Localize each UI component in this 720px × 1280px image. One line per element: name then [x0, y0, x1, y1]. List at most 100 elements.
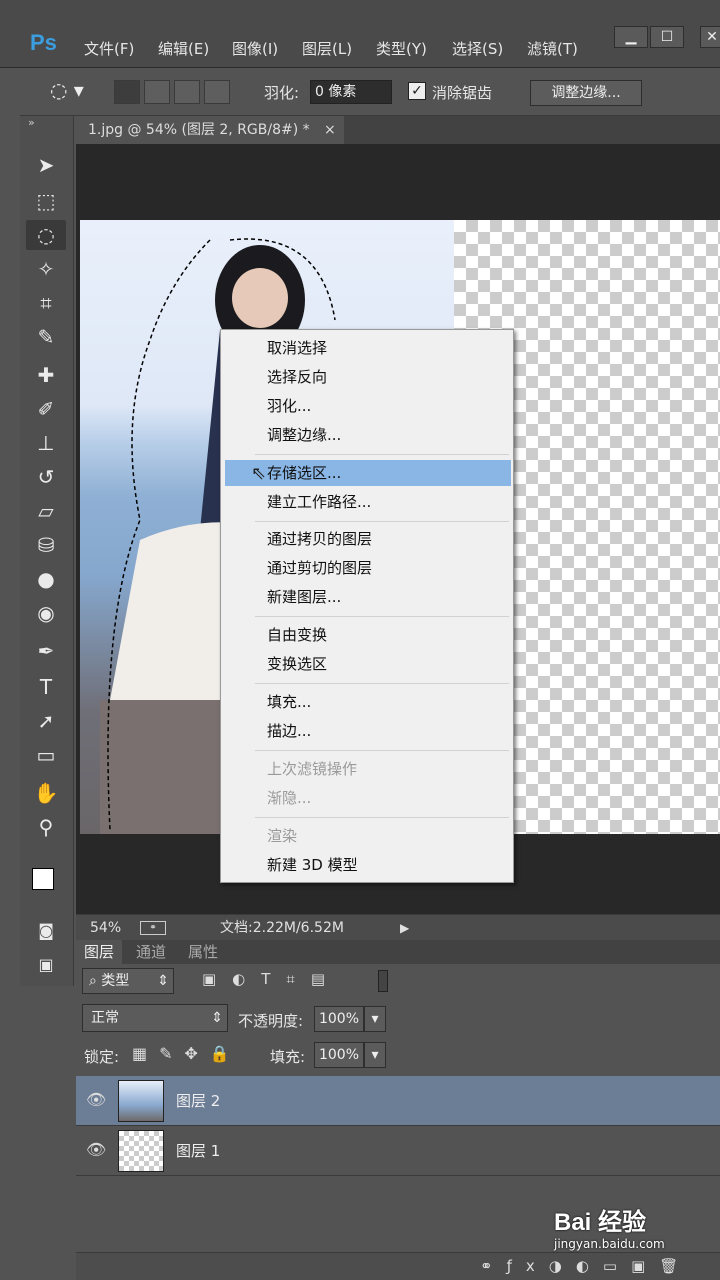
- eraser-icon[interactable]: ▱: [26, 496, 66, 526]
- doc-size: 文档:2.22M/6.52M: [220, 920, 344, 936]
- menu-type[interactable]: 类型(Y): [376, 38, 427, 59]
- fill-label: 填充:: [270, 1048, 306, 1066]
- fill-dropdown-icon[interactable]: ▾: [364, 1042, 386, 1068]
- zoom-level[interactable]: 54%: [90, 915, 121, 941]
- menu-layer-via-cut[interactable]: 通过剪切的图层: [225, 555, 511, 581]
- menu-filter[interactable]: 滤镜(T): [527, 38, 578, 59]
- quick-mask-icon[interactable]: ◙: [26, 916, 66, 946]
- watermark: Bai 经验 jingyan.baidu.com: [554, 1202, 718, 1252]
- menu-stroke[interactable]: 描边...: [225, 718, 511, 744]
- hand-icon[interactable]: ✋: [26, 778, 66, 808]
- separator: [255, 616, 509, 617]
- marquee-icon[interactable]: ⬚: [26, 186, 66, 216]
- layer-row-1[interactable]: 👁 图层 1: [76, 1126, 720, 1176]
- antialias-label: 消除锯齿: [432, 84, 493, 102]
- zoom-icon[interactable]: ⚲: [26, 812, 66, 842]
- watermark-url: jingyan.baidu.com: [554, 1237, 665, 1251]
- eyedropper-icon[interactable]: ✎: [26, 322, 66, 352]
- menu-save-selection[interactable]: 存储选区...: [225, 460, 511, 486]
- layer-name[interactable]: 图层 2: [176, 1090, 220, 1111]
- clone-stamp-icon[interactable]: ⊥: [26, 428, 66, 458]
- menu-new-3d-model[interactable]: 新建 3D 模型: [225, 852, 511, 878]
- foreground-color-swatch[interactable]: [32, 868, 54, 890]
- status-bar: 54% ⚭ 文档:2.22M/6.52M ▶: [76, 914, 720, 940]
- visibility-eye-icon[interactable]: 👁: [86, 1140, 106, 1159]
- menu-file[interactable]: 文件(F): [84, 38, 134, 59]
- filter-toggle-icon[interactable]: [378, 970, 388, 992]
- menu-refine-edge[interactable]: 调整边缘...: [225, 422, 511, 448]
- layer-action-icons[interactable]: ⚭ƒx◑◐▭▣🗑: [480, 1257, 692, 1275]
- feather-label: 羽化:: [264, 84, 300, 102]
- menu-layer[interactable]: 图层(L): [302, 38, 352, 59]
- brush-icon[interactable]: ✐: [26, 394, 66, 424]
- lasso-icon[interactable]: ◌: [26, 220, 66, 250]
- menu-feather[interactable]: 羽化...: [225, 393, 511, 419]
- menu-new-layer[interactable]: 新建图层...: [225, 584, 511, 610]
- magic-wand-icon[interactable]: ✧: [26, 254, 66, 284]
- intersect-selection-icon[interactable]: [204, 80, 230, 104]
- ps-logo: Ps: [30, 30, 57, 55]
- opacity-dropdown-icon[interactable]: ▾: [364, 1006, 386, 1032]
- add-selection-icon[interactable]: [144, 80, 170, 104]
- filter-kind-select[interactable]: ⌕ 类型 ⇕: [82, 968, 174, 994]
- close-window-button[interactable]: ✕: [700, 26, 720, 48]
- lock-icons[interactable]: ▦✎✥🔒: [132, 1044, 242, 1063]
- menu-make-work-path[interactable]: 建立工作路径...: [225, 489, 511, 515]
- context-menu: 取消选择 选择反向 羽化... 调整边缘... 存储选区... ⇖ 建立工作路径…: [220, 329, 514, 883]
- move-icon[interactable]: ➤: [26, 150, 66, 180]
- menu-deselect[interactable]: 取消选择: [225, 335, 511, 361]
- blend-mode-value: 正常: [91, 1010, 119, 1026]
- rectangle-icon[interactable]: ▭: [26, 740, 66, 770]
- collapse-icon[interactable]: »: [28, 116, 35, 129]
- fill-input[interactable]: 100%: [314, 1042, 364, 1068]
- refine-edge-button[interactable]: 调整边缘...: [530, 80, 642, 106]
- chevron-updown-icon: ⇕: [211, 1010, 223, 1026]
- menu-fill[interactable]: 填充...: [225, 689, 511, 715]
- antialias-checkbox[interactable]: ✓: [408, 82, 426, 100]
- tab-properties[interactable]: 属性: [180, 940, 226, 964]
- paint-bucket-icon[interactable]: ⛁: [26, 530, 66, 560]
- photoshop-window: Ps 文件(F) 编辑(E) 图像(I) 图层(L) 类型(Y) 选择(S) 滤…: [0, 0, 720, 1280]
- status-menu-arrow-icon[interactable]: ▶: [400, 915, 409, 941]
- chevron-updown-icon: ⇕: [157, 973, 169, 989]
- history-brush-icon[interactable]: ↺: [26, 462, 66, 492]
- crop-icon[interactable]: ⌗: [26, 288, 66, 318]
- document-tab[interactable]: 1.jpg @ 54% (图层 2, RGB/8#) *: [76, 116, 344, 144]
- screen-mode-icon[interactable]: ▣: [26, 950, 66, 980]
- menu-image[interactable]: 图像(I): [232, 38, 278, 59]
- new-selection-icon[interactable]: [114, 80, 140, 104]
- opacity-input[interactable]: 100%: [314, 1006, 364, 1032]
- feather-input[interactable]: 0 像素: [310, 80, 392, 104]
- menu-select[interactable]: 选择(S): [452, 38, 503, 59]
- menu-free-transform[interactable]: 自由变换: [225, 622, 511, 648]
- tab-channels[interactable]: 通道: [128, 940, 174, 964]
- separator: [255, 817, 509, 818]
- menu-fade: 渐隐...: [267, 789, 312, 807]
- status-options-icon[interactable]: ⚭: [140, 921, 166, 935]
- separator: [255, 750, 509, 751]
- layer-row-2[interactable]: 👁 图层 2: [76, 1076, 720, 1126]
- blur-icon[interactable]: ●: [26, 564, 66, 594]
- menu-edit[interactable]: 编辑(E): [158, 38, 209, 59]
- dodge-icon[interactable]: ◉: [26, 598, 66, 628]
- maximize-button[interactable]: ☐: [650, 26, 684, 48]
- path-selection-icon[interactable]: ➚: [26, 706, 66, 736]
- healing-brush-icon[interactable]: ✚: [26, 360, 66, 390]
- tab-layers[interactable]: 图层: [76, 940, 123, 964]
- search-icon: ⌕: [89, 973, 102, 989]
- lasso-preset-icon[interactable]: ◌ ▾: [50, 78, 84, 102]
- filter-icons[interactable]: ▣◐T⌗▤: [202, 970, 341, 988]
- subtract-selection-icon[interactable]: [174, 80, 200, 104]
- menu-layer-via-copy[interactable]: 通过拷贝的图层: [225, 526, 511, 552]
- blend-mode-select[interactable]: 正常 ⇕: [82, 1004, 228, 1032]
- pen-icon[interactable]: ✒: [26, 636, 66, 666]
- tab-close-icon[interactable]: ×: [324, 116, 336, 144]
- visibility-eye-icon[interactable]: 👁: [86, 1090, 106, 1109]
- separator: [255, 454, 509, 455]
- minimize-button[interactable]: ▁: [614, 26, 648, 48]
- layer-name[interactable]: 图层 1: [176, 1140, 220, 1161]
- lock-label: 锁定:: [84, 1048, 120, 1066]
- type-icon[interactable]: T: [26, 672, 66, 702]
- menu-select-inverse[interactable]: 选择反向: [225, 364, 511, 390]
- menu-transform-selection[interactable]: 变换选区: [225, 651, 511, 677]
